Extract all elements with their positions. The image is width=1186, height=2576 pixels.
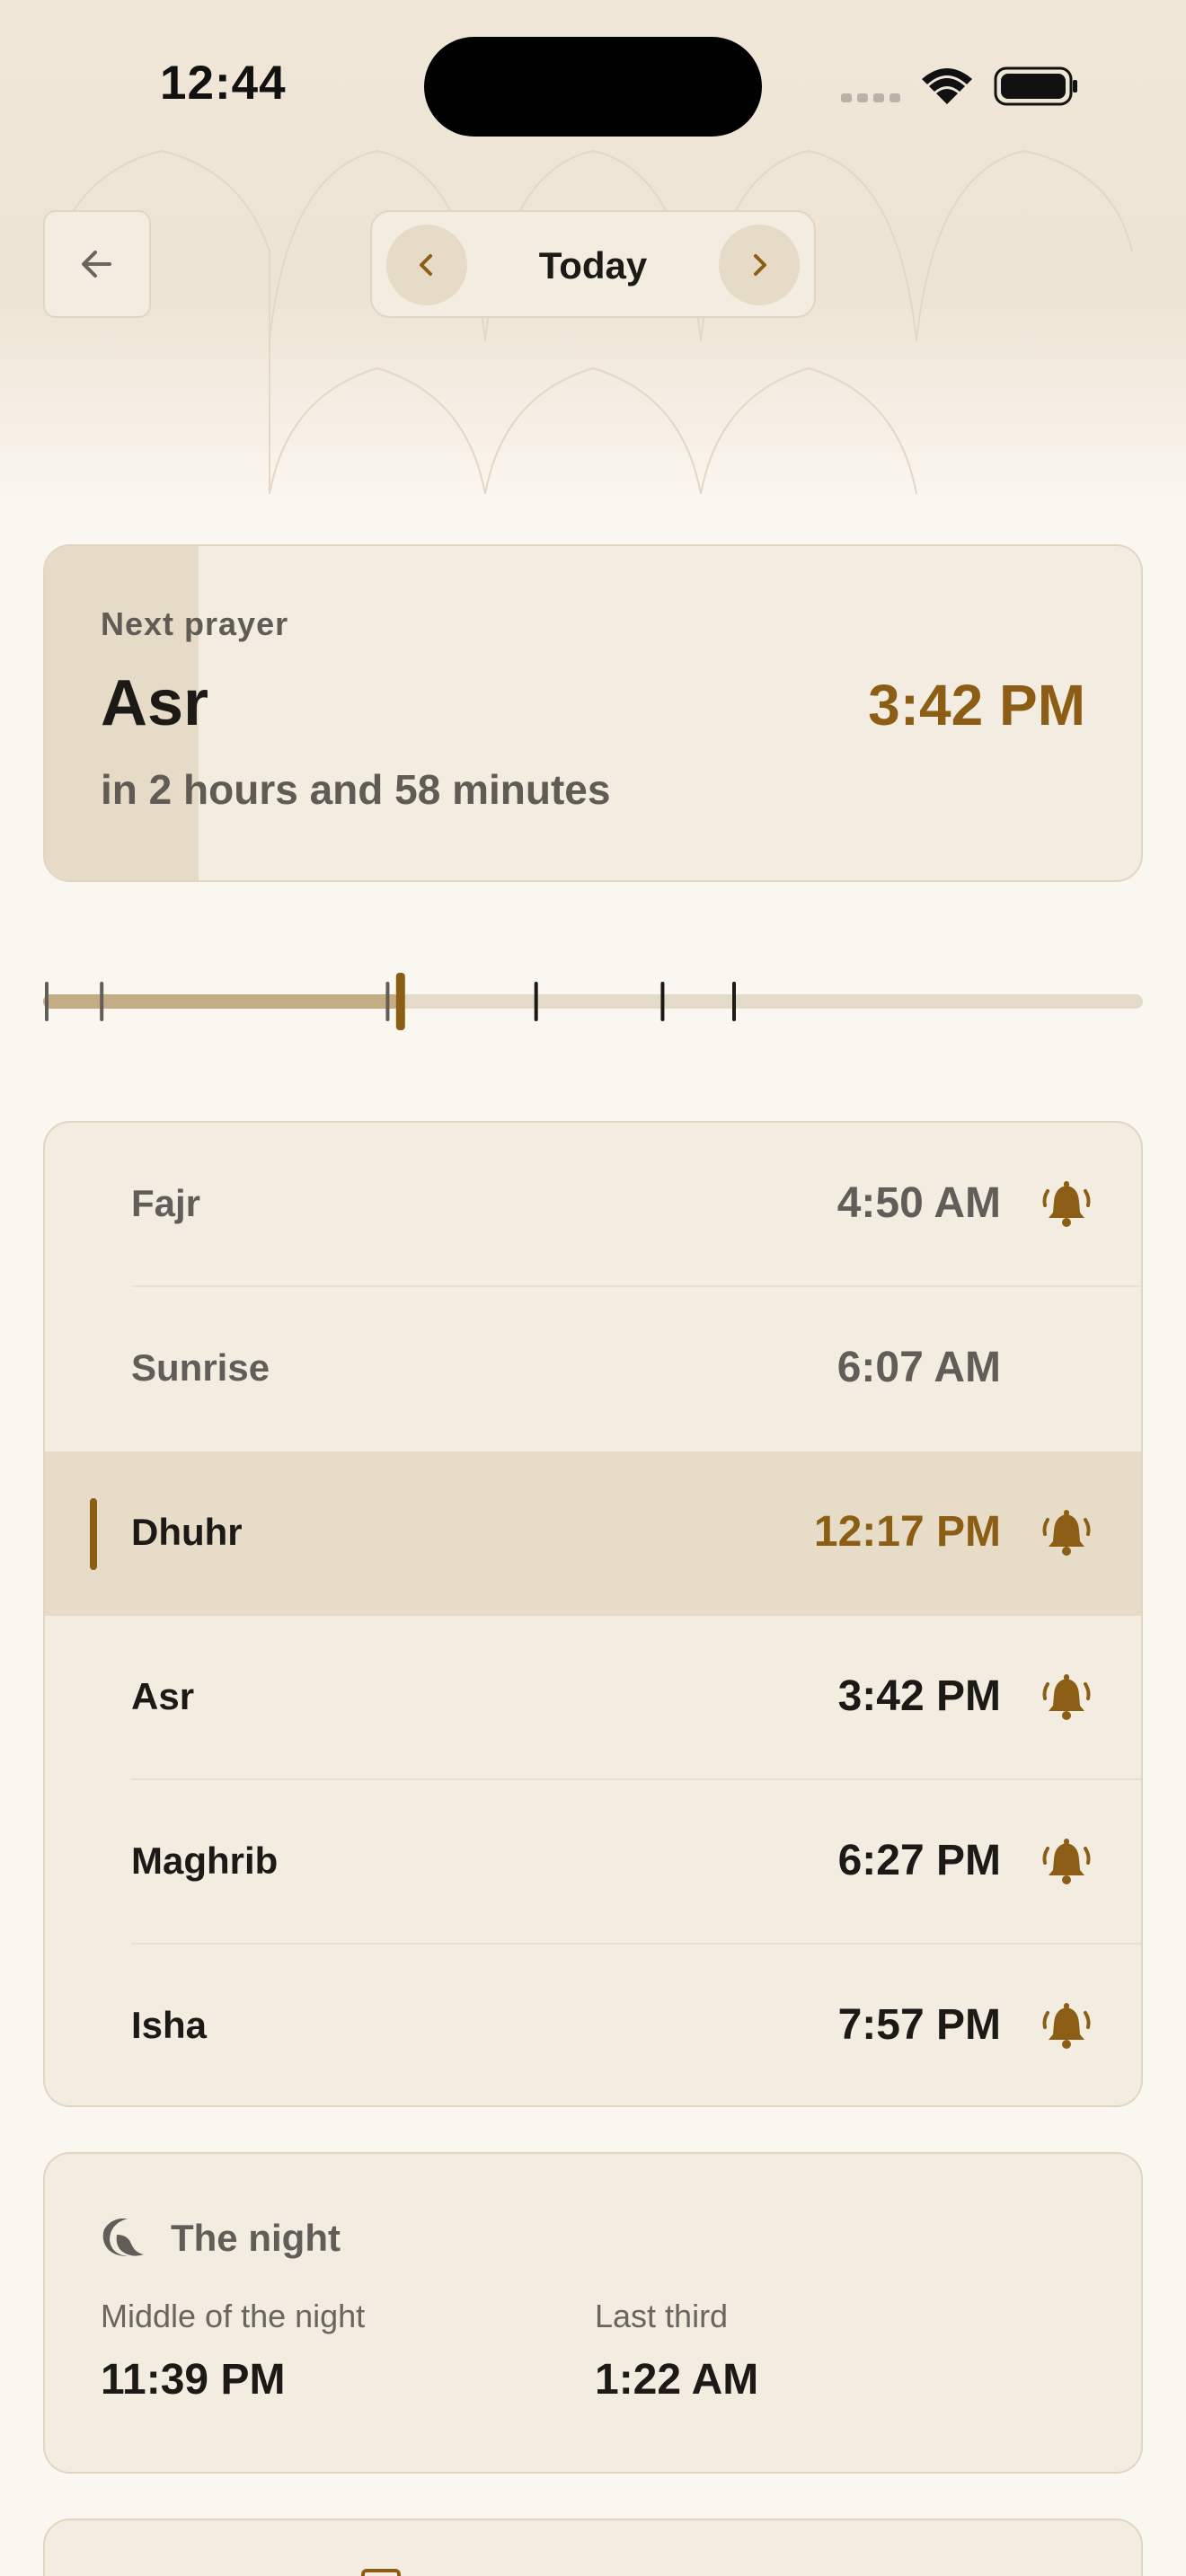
calendar-icon [361, 2569, 401, 2576]
night-title: The night [171, 2217, 341, 2259]
day-timeline [43, 973, 1143, 1030]
prayer-row-isha[interactable]: Isha 7:57 PM [45, 1945, 1141, 2105]
next-day-button[interactable] [719, 225, 800, 305]
prayer-list: Fajr 4:50 AM Sunrise 6:07 AM Dhuhr 12:17 PM As… [43, 1121, 1143, 2107]
timeline-marker [534, 982, 538, 1021]
next-card-partial [43, 2519, 1143, 2576]
prayer-row-dhuhr[interactable]: Dhuhr 12:17 PM [45, 1451, 1141, 1616]
next-prayer-card[interactable]: Next prayer Asr 3:42 PM in 2 hours and 5… [43, 544, 1143, 882]
prayer-row-sunrise[interactable]: Sunrise 6:07 AM [45, 1287, 1141, 1451]
next-prayer-countdown: in 2 hours and 58 minutes [101, 766, 611, 813]
dynamic-island [424, 37, 762, 137]
timeline-progress [43, 994, 401, 1009]
chevron-right-icon [754, 254, 766, 276]
back-button[interactable] [43, 210, 151, 318]
timeline-marker [385, 982, 390, 1021]
status-time: 12:44 [160, 57, 287, 110]
arrow-left-icon [82, 251, 111, 278]
cellular-signal-icon [841, 93, 900, 102]
battery-icon [994, 66, 1077, 106]
prayer-name: Sunrise [131, 1346, 270, 1389]
wifi-icon [922, 68, 972, 104]
bell-ringing-icon[interactable] [1040, 2000, 1093, 2052]
prayer-row-maghrib[interactable]: Maghrib 6:27 PM [45, 1780, 1141, 1945]
prayer-name: Asr [131, 1675, 195, 1717]
current-prayer-indicator [90, 1498, 97, 1570]
status-icons [841, 66, 1077, 106]
prayer-time: 12:17 PM [813, 1508, 1001, 1556]
last-third-time: 1:22 AM [595, 2356, 759, 2404]
next-prayer-label: Next prayer [101, 605, 289, 642]
prayer-time: 6:27 PM [837, 1837, 1001, 1884]
bell-ringing-icon[interactable] [1040, 1672, 1093, 1724]
prayer-time: 4:50 AM [836, 1179, 1001, 1227]
prayer-time: 3:42 PM [837, 1672, 1001, 1720]
middle-of-night-time: 11:39 PM [101, 2356, 286, 2404]
timeline-marker [100, 982, 104, 1021]
bell-ringing-icon[interactable] [1040, 1507, 1093, 1559]
night-card: The night Middle of the night 11:39 PM L… [43, 2152, 1143, 2474]
prayer-name: Dhuhr [131, 1511, 243, 1553]
moon-icon [102, 2219, 144, 2256]
bell-ringing-icon[interactable] [1040, 1178, 1093, 1231]
prayer-time: 6:07 AM [836, 1344, 1001, 1391]
timeline-marker [732, 982, 736, 1021]
prayer-row-fajr[interactable]: Fajr 4:50 AM [45, 1123, 1141, 1287]
prayer-row-asr[interactable]: Asr 3:42 PM [45, 1616, 1141, 1780]
prayer-name: Isha [131, 2004, 208, 2046]
prayer-times-screen: 12:44 Today Next prayer Asr 3:42 PM in 2… [0, 0, 1186, 2576]
middle-of-night: Middle of the night 11:39 PM [101, 2298, 365, 2404]
next-prayer-time: 3:42 PM [868, 673, 1085, 737]
prayer-name: Fajr [131, 1182, 201, 1224]
bell-ringing-icon[interactable] [1040, 1836, 1093, 1888]
middle-of-night-label: Middle of the night [101, 2298, 366, 2334]
timeline-marker [660, 982, 665, 1021]
last-third-label: Last third [595, 2298, 729, 2334]
day-navigator: Today [370, 210, 816, 318]
last-third: Last third 1:22 AM [595, 2298, 758, 2404]
next-prayer-name: Asr [101, 667, 209, 739]
timeline-marker [45, 982, 49, 1021]
timeline-current-indicator [395, 973, 405, 1030]
prayer-time: 7:57 PM [837, 2001, 1001, 2049]
prayer-name: Maghrib [131, 1839, 279, 1882]
